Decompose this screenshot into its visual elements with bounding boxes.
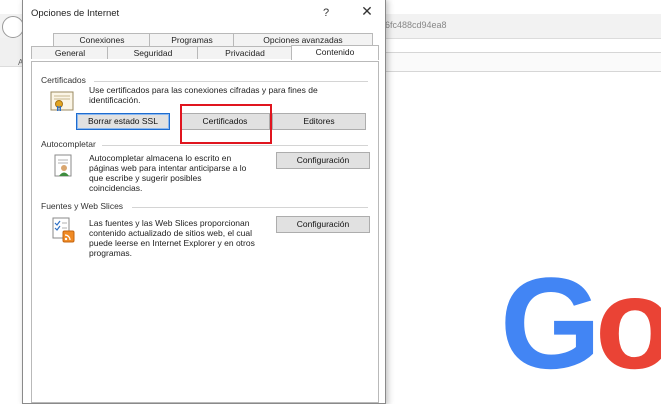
- autocomplete-icon: [54, 154, 74, 183]
- feeds-group-label: Fuentes y Web Slices: [41, 201, 127, 211]
- tabs-row-2: General Seguridad Privacidad Contenido: [31, 45, 379, 60]
- feeds-icon: [52, 217, 76, 248]
- tab-general[interactable]: General: [31, 46, 109, 59]
- autocomplete-group-label: Autocompletar: [41, 139, 99, 149]
- group-divider: [132, 207, 368, 208]
- red-highlight-box: [180, 104, 272, 144]
- autocomplete-description: Autocompletar almacena lo escrito en pág…: [89, 153, 247, 193]
- browser-toolbar-strip: [385, 52, 661, 72]
- group-divider: [102, 145, 368, 146]
- tab-conexiones[interactable]: Conexiones: [53, 33, 151, 46]
- certificates-description: Use certificados para las conexiones cif…: [89, 85, 318, 105]
- autocomplete-settings-button[interactable]: Configuración: [276, 152, 370, 169]
- internet-options-dialog: Opciones de Internet ? ✕ Conexiones Prog…: [22, 0, 386, 404]
- feeds-description: Las fuentes y las Web Slices proporciona…: [89, 218, 255, 258]
- address-bar-text[interactable]: 6fc488cd94ea8: [385, 20, 447, 30]
- publishers-button[interactable]: Editores: [272, 113, 366, 130]
- back-button[interactable]: [2, 16, 24, 38]
- group-divider: [94, 81, 368, 82]
- tab-contenido[interactable]: Contenido: [291, 45, 379, 60]
- clear-ssl-state-button[interactable]: Borrar estado SSL: [76, 113, 170, 130]
- dialog-title: Opciones de Internet: [31, 8, 120, 19]
- close-button[interactable]: ✕: [356, 3, 378, 19]
- dialog-titlebar: Opciones de Internet ? ✕: [23, 0, 385, 21]
- help-button[interactable]: ?: [323, 7, 329, 19]
- tab-seguridad[interactable]: Seguridad: [107, 46, 199, 59]
- feeds-settings-button[interactable]: Configuración: [276, 216, 370, 233]
- google-logo-letter-o: o: [595, 250, 661, 396]
- certificate-icon: [50, 90, 74, 117]
- tab-privacidad[interactable]: Privacidad: [197, 46, 293, 59]
- certificates-group-label: Certificados: [41, 75, 89, 85]
- tab-programas[interactable]: Programas: [149, 33, 235, 46]
- google-logo-letter-g: G: [500, 250, 602, 396]
